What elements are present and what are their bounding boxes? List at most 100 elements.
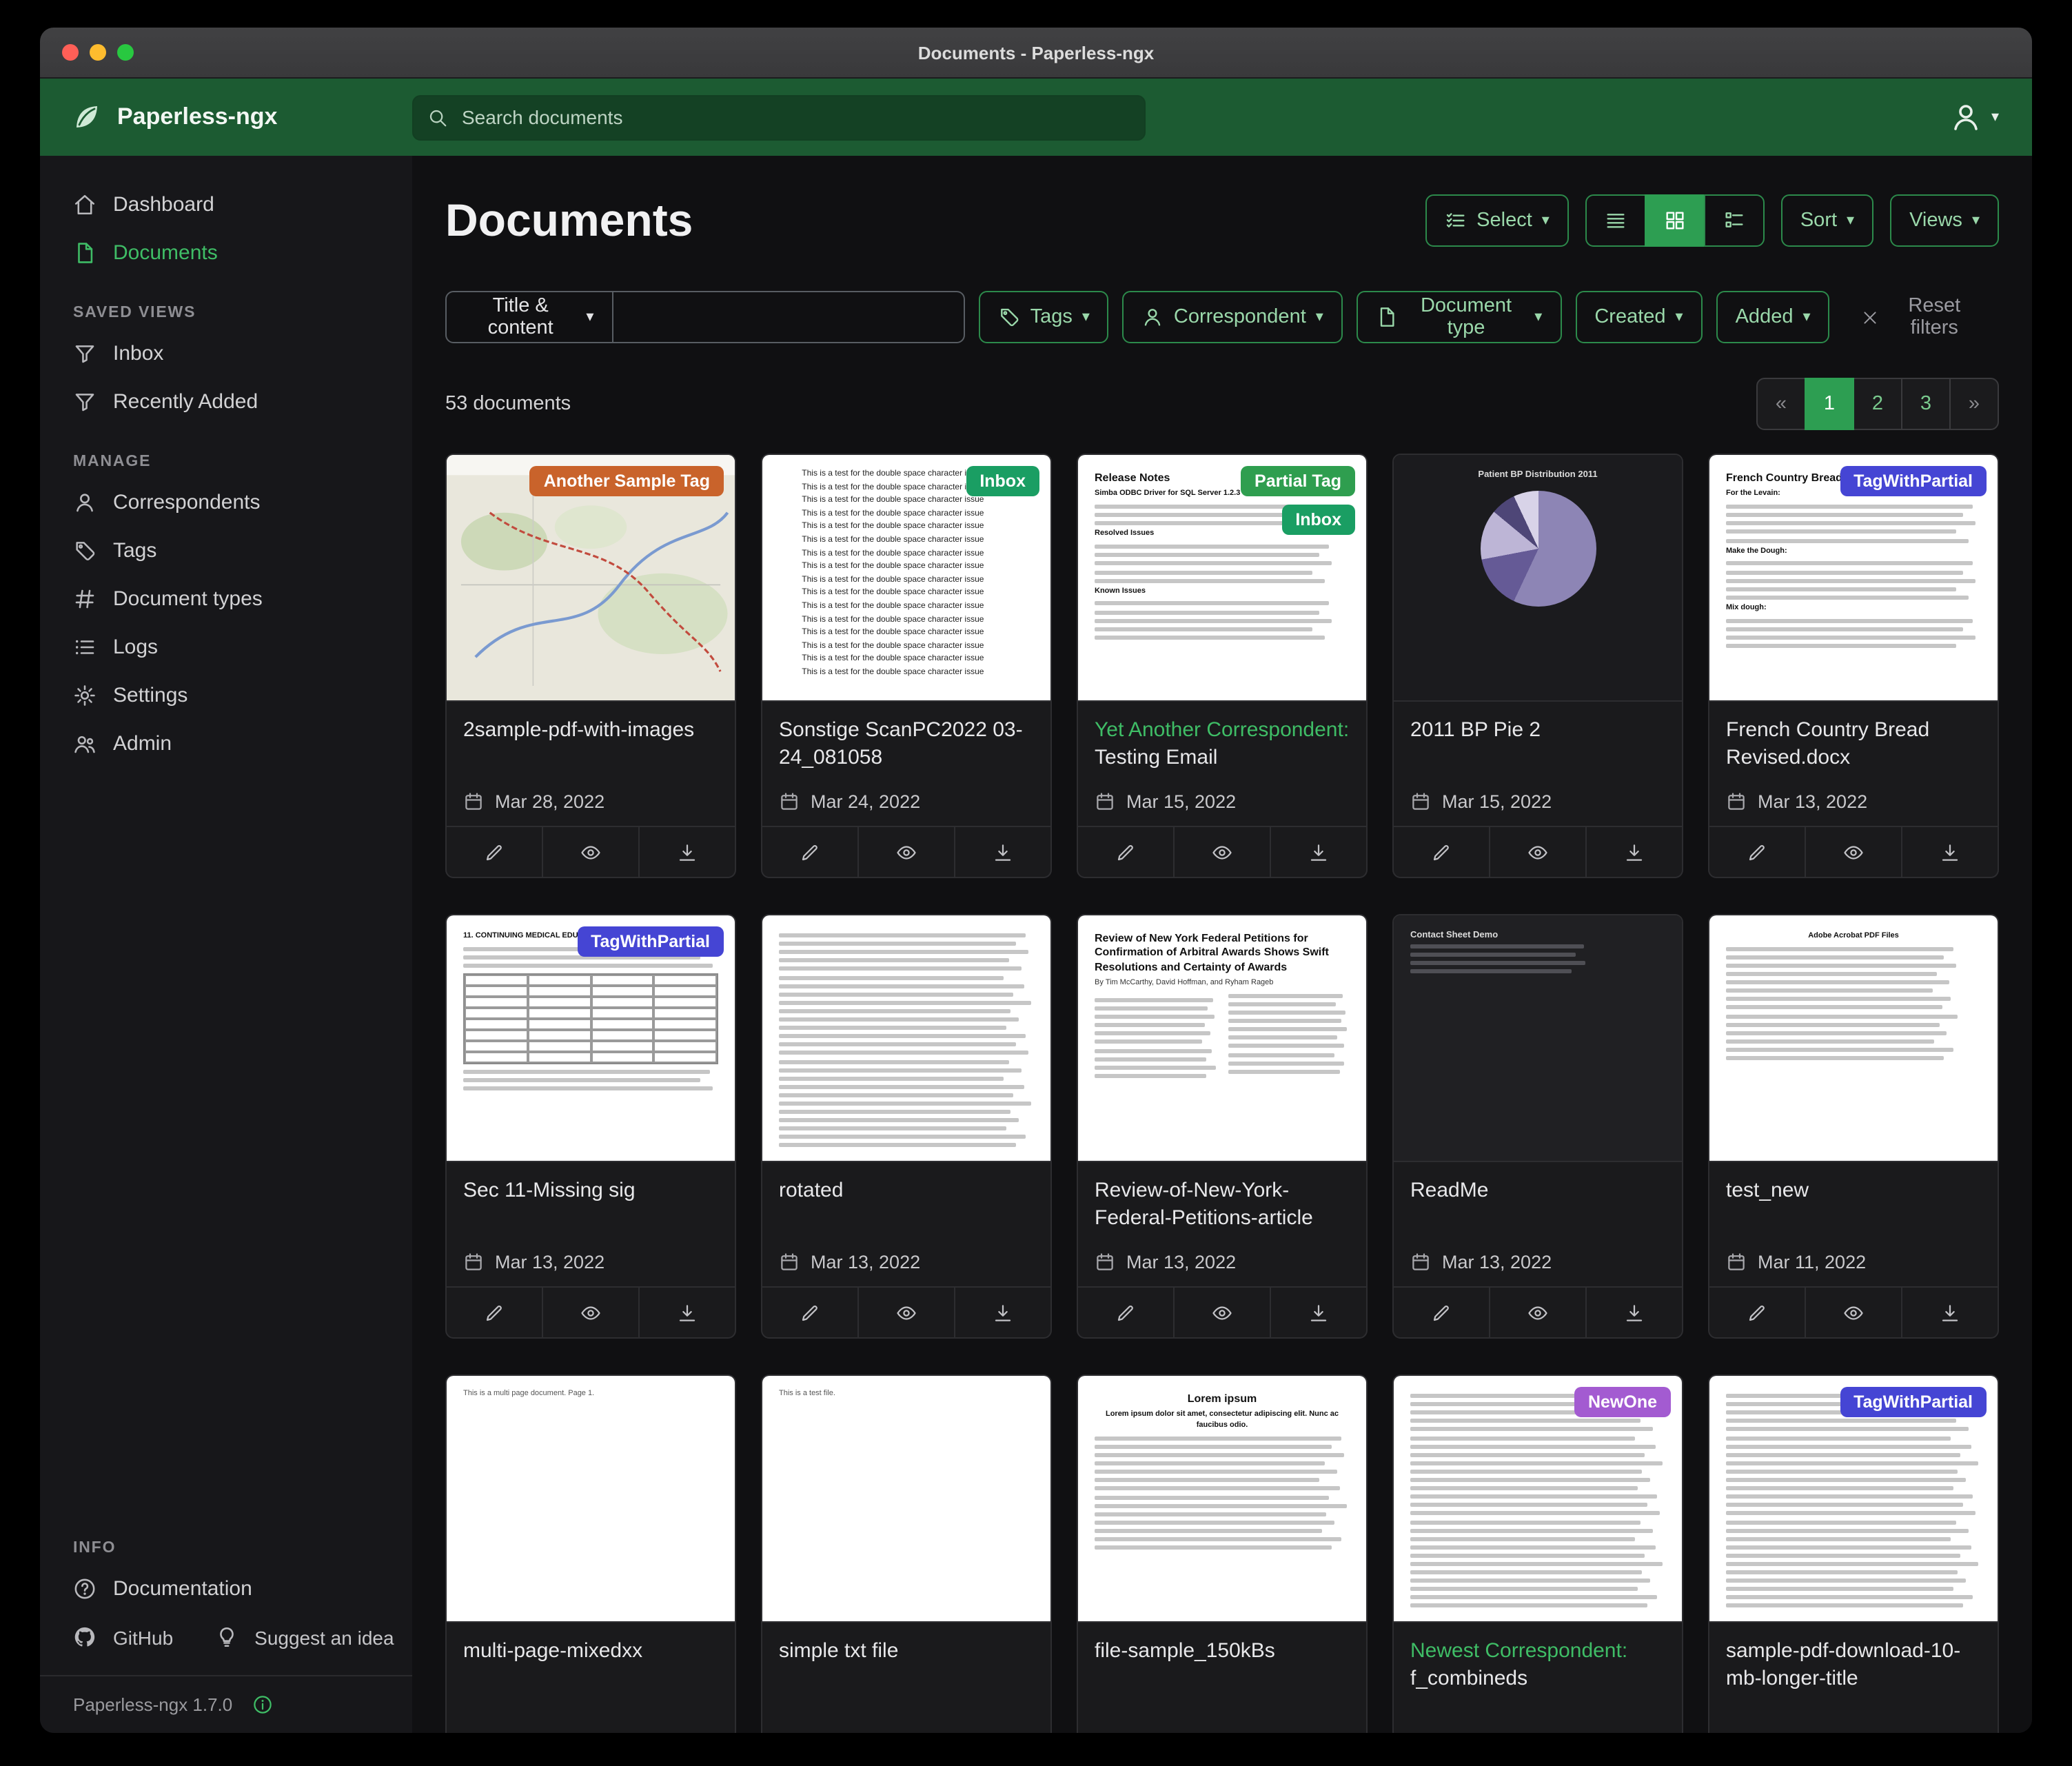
document-title[interactable]: ReadMe (1410, 1177, 1665, 1206)
edit-document-button[interactable] (1394, 1288, 1489, 1337)
download-document-button[interactable] (1901, 827, 1998, 877)
document-thumbnail[interactable]: Release NotesSimba ODBC Driver for SQL S… (1078, 455, 1366, 702)
download-document-button[interactable] (1585, 827, 1682, 877)
document-title[interactable]: rotated (779, 1177, 1034, 1206)
document-title[interactable]: 2sample-pdf-with-images (463, 717, 718, 745)
edit-document-button[interactable] (1394, 827, 1489, 877)
document-card[interactable]: Adobe Acrobat PDF Files test_new Mar 11,… (1708, 914, 1999, 1339)
document-thumbnail[interactable]: TagWithPartial (1709, 1376, 1998, 1623)
document-thumbnail[interactable]: 11. CONTINUING MEDICAL EDUCA TagWithPart… (447, 915, 735, 1162)
pagination-prev-button[interactable]: « (1756, 378, 1806, 430)
list-view-button[interactable] (1585, 194, 1646, 247)
pagination-page-3[interactable]: 3 (1901, 378, 1951, 430)
sidebar-item-correspondents[interactable]: Correspondents (40, 478, 412, 527)
info-icon[interactable] (252, 1694, 272, 1715)
document-card[interactable]: TagWithPartial sample-pdf-download-10-mb… (1708, 1374, 1999, 1733)
title-content-dropdown[interactable]: Title & content ▾ (445, 291, 613, 343)
view-document-button[interactable] (857, 827, 954, 877)
document-title[interactable]: file-sample_150kBs (1095, 1638, 1350, 1666)
download-document-button[interactable] (1270, 827, 1366, 877)
document-title[interactable]: Sec 11-Missing sig (463, 1177, 718, 1206)
edit-document-button[interactable] (1709, 1288, 1805, 1337)
download-document-button[interactable] (1585, 1288, 1682, 1337)
tag-badge[interactable]: TagWithPartial (1840, 1387, 1987, 1417)
document-thumbnail[interactable]: Contact Sheet Demo (1394, 915, 1682, 1162)
tag-badge[interactable]: Another Sample Tag (530, 466, 724, 496)
sidebar-item-document-types[interactable]: Document types (40, 575, 412, 623)
document-thumbnail[interactable]: Review of New York Federal Petitions for… (1078, 915, 1366, 1162)
document-card[interactable]: Another Sample Tag 2sample-pdf-with-imag… (445, 454, 736, 878)
download-document-button[interactable] (638, 827, 735, 877)
sidebar-item-documents[interactable]: Documents (40, 229, 412, 277)
document-title[interactable]: sample-pdf-download-10-mb-longer-title (1726, 1638, 1981, 1694)
select-button[interactable]: Select ▾ (1425, 194, 1569, 247)
view-document-button[interactable] (857, 1288, 954, 1337)
sidebar-item-admin[interactable]: Admin (40, 720, 412, 768)
document-thumbnail[interactable]: This is a test for the double space char… (762, 455, 1050, 702)
tags-filter-button[interactable]: Tags ▾ (979, 291, 1109, 343)
document-thumbnail[interactable]: This is a test file. (762, 1376, 1050, 1623)
document-title[interactable]: test_new (1726, 1177, 1981, 1206)
document-card[interactable]: Release NotesSimba ODBC Driver for SQL S… (1077, 454, 1368, 878)
edit-document-button[interactable] (1709, 827, 1805, 877)
document-thumbnail[interactable] (762, 915, 1050, 1162)
document-thumbnail[interactable]: Lorem ipsumLorem ipsum dolor sit amet, c… (1078, 1376, 1366, 1623)
view-document-button[interactable] (1173, 1288, 1270, 1337)
tag-badge[interactable]: TagWithPartial (1840, 466, 1987, 496)
document-correspondent[interactable]: Yet Another Correspondent: (1095, 718, 1349, 742)
title-content-search-input[interactable] (613, 291, 965, 343)
search-input[interactable] (459, 105, 1130, 130)
document-type-filter-button[interactable]: Document type ▾ (1357, 291, 1562, 343)
document-title[interactable]: Yet Another Correspondent: Testing Email (1095, 717, 1350, 773)
download-document-button[interactable] (1901, 1288, 1998, 1337)
edit-document-button[interactable] (1078, 1288, 1173, 1337)
document-card[interactable]: 11. CONTINUING MEDICAL EDUCA TagWithPart… (445, 914, 736, 1339)
document-card[interactable]: Contact Sheet Demo ReadMe Mar 13, 2022 (1392, 914, 1683, 1339)
document-title[interactable]: French Country Bread Revised.docx (1726, 717, 1981, 773)
document-card[interactable]: This is a test file. simple txt file (761, 1374, 1052, 1733)
document-card[interactable]: rotated Mar 13, 2022 (761, 914, 1052, 1339)
view-document-button[interactable] (542, 1288, 638, 1337)
document-thumbnail[interactable]: Another Sample Tag (447, 455, 735, 702)
sidebar-item-github[interactable]: GitHub (40, 1613, 181, 1661)
document-card[interactable]: This is a multi page document. Page 1. m… (445, 1374, 736, 1733)
added-filter-button[interactable]: Added ▾ (1716, 291, 1830, 343)
document-thumbnail[interactable]: Patient BP Distribution 2011 (1394, 455, 1682, 702)
document-thumbnail[interactable]: French Country BreadFor the Levain:Make … (1709, 455, 1998, 702)
document-card[interactable]: Review of New York Federal Petitions for… (1077, 914, 1368, 1339)
edit-document-button[interactable] (447, 1288, 542, 1337)
download-document-button[interactable] (954, 1288, 1050, 1337)
edit-document-button[interactable] (762, 1288, 857, 1337)
sidebar-item-inbox[interactable]: Inbox (40, 329, 412, 378)
view-document-button[interactable] (1173, 827, 1270, 877)
document-title[interactable]: simple txt file (779, 1638, 1034, 1666)
edit-document-button[interactable] (447, 827, 542, 877)
document-thumbnail[interactable]: Adobe Acrobat PDF Files (1709, 915, 1998, 1162)
user-menu[interactable]: ▾ (1950, 101, 2032, 134)
brand[interactable]: Paperless-ngx (40, 101, 412, 134)
document-card[interactable]: Lorem ipsumLorem ipsum dolor sit amet, c… (1077, 1374, 1368, 1733)
sidebar-item-dashboard[interactable]: Dashboard (40, 181, 412, 229)
sidebar-item-settings[interactable]: Settings (40, 671, 412, 720)
view-document-button[interactable] (1489, 827, 1585, 877)
tag-badge[interactable]: Partial Tag (1241, 466, 1355, 496)
document-card[interactable]: French Country BreadFor the Levain:Make … (1708, 454, 1999, 878)
download-document-button[interactable] (954, 827, 1050, 877)
tag-badge[interactable]: TagWithPartial (577, 926, 724, 957)
document-card[interactable]: Patient BP Distribution 2011 2011 BP Pie… (1392, 454, 1683, 878)
view-document-button[interactable] (542, 827, 638, 877)
edit-document-button[interactable] (762, 827, 857, 877)
pagination-page-2[interactable]: 2 (1853, 378, 1902, 430)
views-button[interactable]: Views ▾ (1890, 194, 1999, 247)
document-thumbnail[interactable]: This is a multi page document. Page 1. (447, 1376, 735, 1623)
tag-badge[interactable]: Inbox (966, 466, 1039, 496)
sidebar-item-logs[interactable]: Logs (40, 623, 412, 671)
view-document-button[interactable] (1489, 1288, 1585, 1337)
tag-badge[interactable]: Inbox (1281, 505, 1355, 535)
sidebar-item-tags[interactable]: Tags (40, 527, 412, 575)
document-title[interactable]: multi-page-mixedxx (463, 1638, 718, 1666)
tag-badge[interactable]: NewOne (1574, 1387, 1671, 1417)
sort-button[interactable]: Sort ▾ (1781, 194, 1873, 247)
download-document-button[interactable] (638, 1288, 735, 1337)
download-document-button[interactable] (1270, 1288, 1366, 1337)
